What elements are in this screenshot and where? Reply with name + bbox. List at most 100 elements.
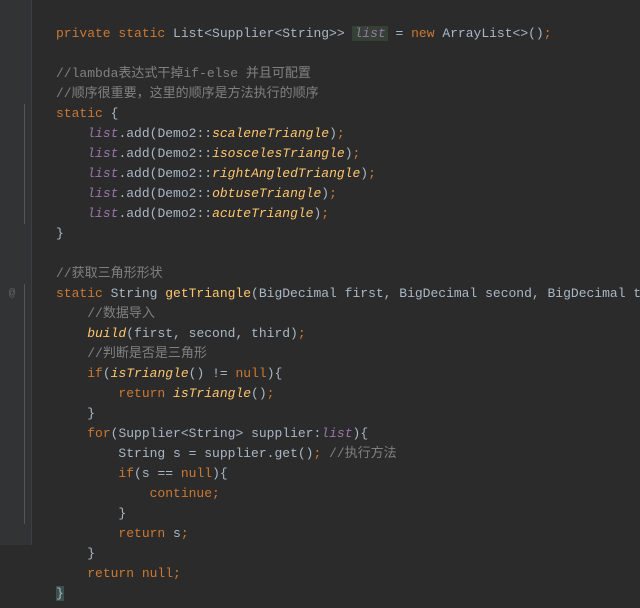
brace: } [87, 406, 95, 421]
type: List<Supplier<String>> [173, 26, 352, 41]
comment: //顺序很重要，这里的顺序是方法执行的顺序 [56, 86, 319, 101]
paren: ) [321, 186, 329, 201]
ctor: ArrayList<>() [442, 26, 543, 41]
code-line: return isTriangle(); [118, 386, 274, 401]
paren: ) [360, 166, 368, 181]
field: list [87, 166, 118, 181]
brace: { [111, 106, 119, 121]
gutter: @ [0, 0, 32, 545]
op: != [204, 366, 235, 381]
keyword: return [118, 386, 173, 401]
code-line: list.add(Demo2::obtuseTriangle); [87, 186, 337, 201]
type: String [111, 286, 166, 301]
brace: } [56, 226, 64, 241]
keyword: static [56, 286, 111, 301]
brace-matched: } [56, 586, 64, 601]
semicolon: ; [298, 326, 306, 341]
keyword: null [235, 366, 266, 381]
method-ref: rightAngledTriangle [212, 166, 360, 181]
keyword: return [118, 526, 173, 541]
var: s [173, 446, 181, 461]
comment: //获取三角形形状 [56, 266, 163, 281]
type: String [118, 446, 173, 461]
keyword: null [181, 466, 212, 481]
method-ref: acuteTriangle [212, 206, 313, 221]
code-line: private static List<Supplier<String>> li… [56, 26, 552, 41]
keyword: static [56, 106, 111, 121]
keyword: return [87, 566, 142, 581]
semicolon: ; [368, 166, 376, 181]
paren: ) [212, 466, 220, 481]
keyword: private static [56, 26, 173, 41]
call: .add(Demo2:: [118, 126, 212, 141]
keyword: if [118, 466, 134, 481]
code-line: list.add(Demo2::acuteTriangle); [87, 206, 329, 221]
comment: //lambda表达式干掉if-else 并且可配置 [56, 66, 311, 81]
field: list [87, 146, 118, 161]
call: .add(Demo2:: [118, 206, 212, 221]
code-line: if(isTriangle() != null){ [87, 366, 282, 381]
paren: ( [103, 366, 111, 381]
args: (first, second, third) [126, 326, 298, 341]
semicolon: ; [544, 26, 552, 41]
code-line: list.add(Demo2::rightAngledTriangle); [87, 166, 376, 181]
call: .add(Demo2:: [118, 186, 212, 201]
code-line: return s; [118, 526, 188, 541]
type: Supplier<String> [118, 426, 251, 441]
code-line: if(s == null){ [118, 466, 227, 481]
code-line: build(first, second, third); [87, 326, 305, 341]
field: list [87, 126, 118, 141]
semicolon: ; [212, 486, 220, 501]
brace: } [118, 506, 126, 521]
op: == [150, 466, 181, 481]
paren: () [189, 366, 205, 381]
op: = [181, 446, 204, 461]
semicolon: ; [337, 126, 345, 141]
comment: //执行方法 [321, 446, 396, 461]
code-line: continue; [150, 486, 220, 501]
fold-guide [24, 284, 25, 524]
keyword: new [411, 26, 442, 41]
method-ref: isoscelesTriangle [212, 146, 345, 161]
method-call: build [87, 326, 126, 341]
semicolon: ; [329, 186, 337, 201]
keyword: null [142, 566, 173, 581]
call: .add(Demo2:: [118, 146, 212, 161]
paren: ) [267, 366, 275, 381]
keyword: for [87, 426, 110, 441]
method-ref: scaleneTriangle [212, 126, 329, 141]
var: s [142, 466, 150, 481]
params: (BigDecimal first, BigDecimal second, Bi… [251, 286, 640, 301]
brace: { [275, 366, 283, 381]
var: supplier [251, 426, 313, 441]
code-line: static { [56, 106, 118, 121]
semicolon: ; [181, 526, 189, 541]
paren: ) [329, 126, 337, 141]
fold-guide [24, 104, 25, 224]
method-call: isTriangle [111, 366, 189, 381]
field: list [87, 206, 118, 221]
comment: //判断是否是三角形 [87, 346, 207, 361]
semicolon: ; [267, 386, 275, 401]
keyword: continue [150, 486, 212, 501]
modified-marker: @ [4, 284, 20, 300]
field: list [87, 186, 118, 201]
code-line: return null; [87, 566, 181, 581]
keyword: if [87, 366, 103, 381]
semicolon: ; [173, 566, 181, 581]
call: .add(Demo2:: [118, 166, 212, 181]
field: list [321, 426, 352, 441]
code-line: for(Supplier<String> supplier:list){ [87, 426, 368, 441]
paren: () [251, 386, 267, 401]
comment: //数据导入 [87, 306, 155, 321]
call: supplier.get() [204, 446, 313, 461]
code-line: list.add(Demo2::scaleneTriangle); [87, 126, 345, 141]
code-line: list.add(Demo2::isoscelesTriangle); [87, 146, 360, 161]
code-editor[interactable]: private static List<Supplier<String>> li… [32, 0, 640, 608]
code-line: static String getTriangle(BigDecimal fir… [56, 286, 640, 301]
field-highlighted: list [352, 26, 387, 41]
paren: ) [345, 146, 353, 161]
var: s [173, 526, 181, 541]
paren: ( [134, 466, 142, 481]
method-name: getTriangle [165, 286, 251, 301]
